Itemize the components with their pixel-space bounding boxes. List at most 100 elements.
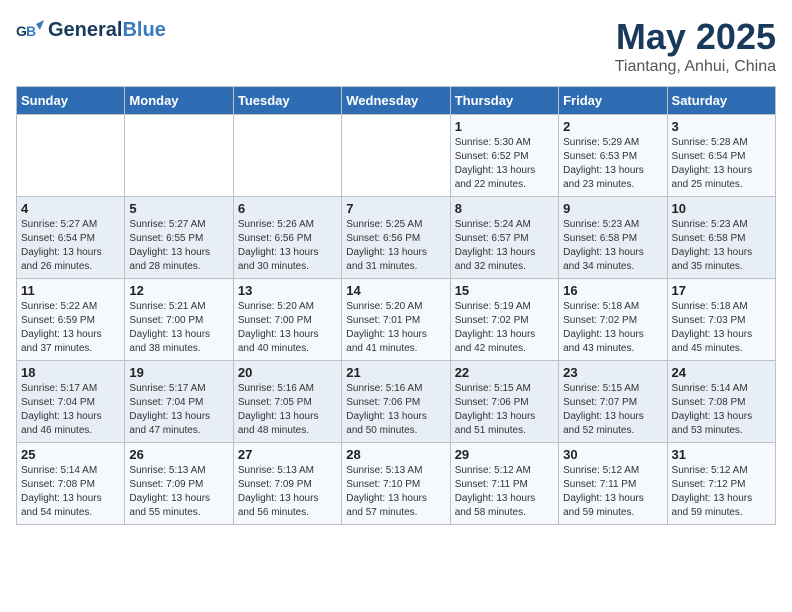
location-title: Tiantang, Anhui, China [615, 58, 776, 76]
day-info: Sunrise: 5:22 AMSunset: 6:59 PMDaylight:… [21, 300, 120, 356]
logo-icon: G B [16, 16, 44, 44]
calendar-cell: 9Sunrise: 5:23 AMSunset: 6:58 PMDaylight… [559, 197, 667, 279]
calendar-cell: 23Sunrise: 5:15 AMSunset: 7:07 PMDayligh… [559, 361, 667, 443]
day-number: 19 [129, 365, 228, 380]
day-info: Sunrise: 5:26 AMSunset: 6:56 PMDaylight:… [238, 218, 337, 274]
day-number: 20 [238, 365, 337, 380]
calendar-week-row: 11 Sunrise: 5:22 AMSunset: 6:59 PMDayligh… [17, 279, 776, 361]
day-number: 7 [346, 201, 445, 216]
column-header-wednesday: Wednesday [342, 87, 450, 115]
calendar-cell: 4Sunrise: 5:27 AMSunset: 6:54 PMDaylight… [17, 197, 125, 279]
calendar-table: SundayMondayTuesdayWednesdayThursdayFrid… [16, 86, 776, 525]
day-info: Sunrise: 5:23 AMSunset: 6:58 PMDaylight:… [563, 218, 662, 274]
day-info: Sunrise: 5:28 AMSunset: 6:54 PMDaylight:… [672, 136, 771, 192]
calendar-cell: 22 Sunrise: 5:15 AMSunset: 7:06 PMDayligh… [450, 361, 558, 443]
calendar-cell: 12 Sunrise: 5:21 AMSunset: 7:00 PMDayligh… [125, 279, 233, 361]
day-info: Sunrise: 5:21 AMSunset: 7:00 PMDaylight:… [129, 300, 228, 356]
day-number: 12 [129, 283, 228, 298]
day-number: 27 [238, 447, 337, 462]
calendar-cell [342, 115, 450, 197]
day-number: 14 [346, 283, 445, 298]
calendar-cell: 31 Sunrise: 5:12 AMSunset: 7:12 PMDayligh… [667, 443, 775, 525]
day-number: 23 [563, 365, 662, 380]
day-info: Sunrise: 5:12 AMSunset: 7:11 PMDaylight:… [563, 464, 662, 520]
column-header-sunday: Sunday [17, 87, 125, 115]
day-info: Sunrise: 5:23 AMSunset: 6:58 PMDaylight:… [672, 218, 771, 274]
calendar-header-row: SundayMondayTuesdayWednesdayThursdayFrid… [17, 87, 776, 115]
day-number: 16 [563, 283, 662, 298]
calendar-cell: 3Sunrise: 5:28 AMSunset: 6:54 PMDaylight… [667, 115, 775, 197]
day-number: 15 [455, 283, 554, 298]
calendar-week-row: 25 Sunrise: 5:14 AMSunset: 7:08 PMDayligh… [17, 443, 776, 525]
day-number: 18 [21, 365, 120, 380]
day-number: 11 [21, 283, 120, 298]
calendar-cell: 11 Sunrise: 5:22 AMSunset: 6:59 PMDayligh… [17, 279, 125, 361]
day-info: Sunrise: 5:15 AMSunset: 7:06 PMDaylight:… [455, 382, 554, 438]
day-number: 2 [563, 119, 662, 134]
calendar-cell: 28 Sunrise: 5:13 AMSunset: 7:10 PMDayligh… [342, 443, 450, 525]
calendar-cell: 16Sunrise: 5:18 AMSunset: 7:02 PMDayligh… [559, 279, 667, 361]
calendar-cell: 17Sunrise: 5:18 AMSunset: 7:03 PMDayligh… [667, 279, 775, 361]
svg-text:B: B [26, 23, 36, 39]
day-info: Sunrise: 5:16 AMSunset: 7:05 PMDaylight:… [238, 382, 337, 438]
calendar-cell: 30Sunrise: 5:12 AMSunset: 7:11 PMDayligh… [559, 443, 667, 525]
calendar-cell: 5 Sunrise: 5:27 AMSunset: 6:55 PMDaylight… [125, 197, 233, 279]
column-header-friday: Friday [559, 87, 667, 115]
day-number: 8 [455, 201, 554, 216]
calendar-cell: 10 Sunrise: 5:23 AMSunset: 6:58 PMDayligh… [667, 197, 775, 279]
day-number: 1 [455, 119, 554, 134]
day-number: 22 [455, 365, 554, 380]
month-title: May 2025 [615, 16, 776, 58]
logo-text: GeneralBlue [48, 19, 166, 42]
calendar-cell [17, 115, 125, 197]
day-info: Sunrise: 5:13 AMSunset: 7:10 PMDaylight:… [346, 464, 445, 520]
day-number: 13 [238, 283, 337, 298]
calendar-cell: 13 Sunrise: 5:20 AMSunset: 7:00 PMDayligh… [233, 279, 341, 361]
day-info: Sunrise: 5:14 AMSunset: 7:08 PMDaylight:… [21, 464, 120, 520]
page-header: G B GeneralBlue May 2025 Tiantang, Anhui… [16, 16, 776, 76]
day-info: Sunrise: 5:13 AMSunset: 7:09 PMDaylight:… [238, 464, 337, 520]
day-info: Sunrise: 5:12 AMSunset: 7:12 PMDaylight:… [672, 464, 771, 520]
column-header-thursday: Thursday [450, 87, 558, 115]
day-number: 25 [21, 447, 120, 462]
calendar-cell: 19 Sunrise: 5:17 AMSunset: 7:04 PMDayligh… [125, 361, 233, 443]
day-info: Sunrise: 5:20 AMSunset: 7:01 PMDaylight:… [346, 300, 445, 356]
calendar-cell: 24 Sunrise: 5:14 AMSunset: 7:08 PMDayligh… [667, 361, 775, 443]
calendar-cell: 29Sunrise: 5:12 AMSunset: 7:11 PMDayligh… [450, 443, 558, 525]
day-info: Sunrise: 5:17 AMSunset: 7:04 PMDaylight:… [129, 382, 228, 438]
day-info: Sunrise: 5:27 AMSunset: 6:54 PMDaylight:… [21, 218, 120, 274]
day-info: Sunrise: 5:29 AMSunset: 6:53 PMDaylight:… [563, 136, 662, 192]
column-header-saturday: Saturday [667, 87, 775, 115]
day-number: 24 [672, 365, 771, 380]
column-header-monday: Monday [125, 87, 233, 115]
calendar-cell: 27 Sunrise: 5:13 AMSunset: 7:09 PMDayligh… [233, 443, 341, 525]
calendar-week-row: 18 Sunrise: 5:17 AMSunset: 7:04 PMDayligh… [17, 361, 776, 443]
calendar-cell: 6Sunrise: 5:26 AMSunset: 6:56 PMDaylight… [233, 197, 341, 279]
calendar-cell: 1 Sunrise: 5:30 AMSunset: 6:52 PMDaylight… [450, 115, 558, 197]
day-info: Sunrise: 5:20 AMSunset: 7:00 PMDaylight:… [238, 300, 337, 356]
title-area: May 2025 Tiantang, Anhui, China [615, 16, 776, 76]
column-header-tuesday: Tuesday [233, 87, 341, 115]
day-number: 21 [346, 365, 445, 380]
day-number: 10 [672, 201, 771, 216]
day-number: 28 [346, 447, 445, 462]
calendar-cell: 8Sunrise: 5:24 AMSunset: 6:57 PMDaylight… [450, 197, 558, 279]
day-info: Sunrise: 5:30 AMSunset: 6:52 PMDaylight:… [455, 136, 554, 192]
calendar-cell [125, 115, 233, 197]
day-info: Sunrise: 5:14 AMSunset: 7:08 PMDaylight:… [672, 382, 771, 438]
day-info: Sunrise: 5:27 AMSunset: 6:55 PMDaylight:… [129, 218, 228, 274]
calendar-cell [233, 115, 341, 197]
calendar-cell: 20 Sunrise: 5:16 AMSunset: 7:05 PMDayligh… [233, 361, 341, 443]
calendar-cell: 26Sunrise: 5:13 AMSunset: 7:09 PMDayligh… [125, 443, 233, 525]
logo: G B GeneralBlue [16, 16, 166, 44]
day-number: 17 [672, 283, 771, 298]
day-number: 5 [129, 201, 228, 216]
day-number: 31 [672, 447, 771, 462]
calendar-cell: 25 Sunrise: 5:14 AMSunset: 7:08 PMDayligh… [17, 443, 125, 525]
calendar-week-row: 1 Sunrise: 5:30 AMSunset: 6:52 PMDaylight… [17, 115, 776, 197]
calendar-cell: 18Sunrise: 5:17 AMSunset: 7:04 PMDayligh… [17, 361, 125, 443]
day-info: Sunrise: 5:19 AMSunset: 7:02 PMDaylight:… [455, 300, 554, 356]
calendar-week-row: 4Sunrise: 5:27 AMSunset: 6:54 PMDaylight… [17, 197, 776, 279]
day-info: Sunrise: 5:12 AMSunset: 7:11 PMDaylight:… [455, 464, 554, 520]
day-info: Sunrise: 5:25 AMSunset: 6:56 PMDaylight:… [346, 218, 445, 274]
